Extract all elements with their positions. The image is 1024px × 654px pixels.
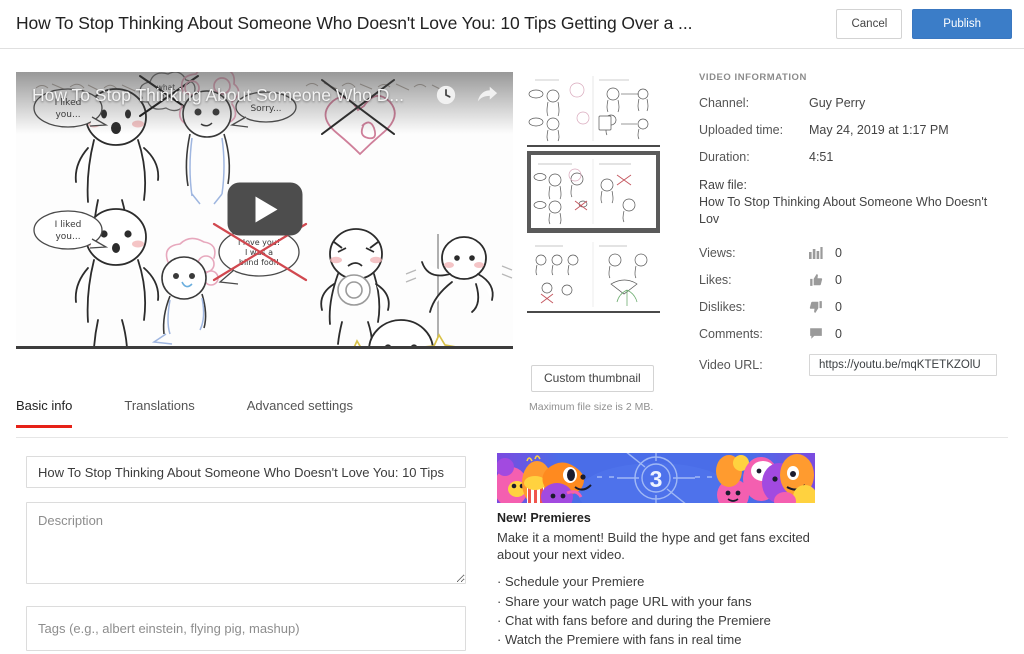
- title-input[interactable]: [26, 456, 466, 488]
- raw-file-value: How To Stop Thinking About Someone Who D…: [699, 194, 988, 226]
- raw-file-block: Raw file: How To Stop Thinking About Som…: [699, 177, 1009, 228]
- svg-text:I liked: I liked: [55, 220, 82, 230]
- info-row-channel: Channel: Guy Perry: [699, 96, 1009, 110]
- tab-translations[interactable]: Translations: [124, 390, 194, 427]
- raw-file-label: Raw file:: [699, 178, 747, 192]
- tab-basic-info[interactable]: Basic info: [16, 390, 73, 428]
- premieres-banner: 3: [497, 453, 815, 503]
- video-url-label: Video URL:: [699, 357, 763, 372]
- video-edit-page: How To Stop Thinking About Someone Who D…: [0, 0, 1024, 654]
- info-row-duration: Duration: 4:51: [699, 150, 1009, 164]
- publish-button[interactable]: Publish: [912, 9, 1012, 39]
- comment-icon: [809, 327, 835, 340]
- custom-thumbnail-button[interactable]: Custom thumbnail: [531, 365, 654, 392]
- svg-text:you...: you...: [55, 232, 80, 242]
- info-label-channel: Channel:: [699, 96, 750, 110]
- stat-row-dislikes: Dislikes: 0: [699, 300, 1009, 314]
- upper-divider: [16, 348, 513, 349]
- stat-row-likes: Likes: 0: [699, 273, 1009, 287]
- description-input[interactable]: [26, 502, 466, 584]
- promo-body: Make it a moment! Build the hype and get…: [497, 530, 810, 563]
- premieres-promo: 3 New! Premieres Make it a moment! Build…: [497, 453, 815, 654]
- stat-value-views: 0: [835, 245, 842, 260]
- page-title: How To Stop Thinking About Someone Who D…: [16, 13, 693, 33]
- thumbnail-preview-2: [531, 155, 656, 228]
- info-label-uploaded-time: Uploaded time:: [699, 123, 784, 137]
- stat-value-dislikes: 0: [835, 299, 842, 314]
- stat-value-likes: 0: [835, 272, 842, 287]
- stat-label-likes: Likes:: [699, 272, 732, 287]
- thumbnail-option-1[interactable]: [527, 72, 660, 147]
- upper-region: I liked you... what h...: [0, 49, 1024, 413]
- video-url-row: Video URL:: [699, 353, 1009, 376]
- info-label-duration: Duration:: [699, 150, 750, 164]
- info-value-uploaded-time: May 24, 2019 at 1:17 PM: [809, 123, 949, 137]
- thumbnail-option-2[interactable]: [527, 151, 660, 233]
- page-header: How To Stop Thinking About Someone Who D…: [0, 0, 1024, 49]
- tab-bar: Basic info Translations Advanced setting…: [16, 390, 1008, 428]
- tab-underline-rule: [16, 437, 1008, 438]
- video-url-input[interactable]: [809, 353, 997, 376]
- promo-bullet-list: · Schedule your Premiere · Share your wa…: [497, 572, 815, 649]
- info-value-duration: 4:51: [809, 150, 834, 164]
- header-actions: Cancel Publish: [836, 9, 1012, 39]
- thumbnail-preview-3: [527, 238, 660, 311]
- promo-bullet-3: · Chat with fans before and during the P…: [497, 612, 771, 628]
- play-button-icon[interactable]: [227, 182, 302, 236]
- tags-input[interactable]: [26, 606, 466, 651]
- promo-bullet-4: · Watch the Premiere with fans in real t…: [497, 632, 742, 648]
- stat-label-comments: Comments:: [699, 326, 763, 341]
- video-information-heading: VIDEO INFORMATION: [699, 72, 807, 83]
- stat-row-views: Views: 0: [699, 246, 1009, 260]
- stat-row-comments: Comments: 0: [699, 327, 1009, 341]
- thumbs-down-icon: [809, 300, 835, 314]
- clock-icon[interactable]: [435, 84, 457, 106]
- thumbnail-options: [527, 72, 660, 317]
- info-row-uploaded-time: Uploaded time: May 24, 2019 at 1:17 PM: [699, 123, 1009, 137]
- cancel-button[interactable]: Cancel: [836, 9, 903, 39]
- share-icon[interactable]: [475, 84, 499, 106]
- stat-value-comments: 0: [835, 326, 842, 341]
- video-player[interactable]: I liked you... what h...: [16, 72, 513, 348]
- thumbnail-preview-1: [527, 72, 660, 145]
- promo-bullet-1: · Schedule your Premiere: [497, 574, 645, 590]
- tab-list: Basic info Translations Advanced setting…: [16, 390, 1008, 428]
- basic-info-form: [26, 456, 466, 651]
- promo-title: New! Premieres: [497, 511, 591, 525]
- thumbs-up-icon: [809, 273, 835, 287]
- bar-chart-icon: [809, 246, 835, 260]
- tab-advanced-settings[interactable]: Advanced settings: [247, 390, 353, 427]
- info-value-channel: Guy Perry: [809, 96, 866, 110]
- video-information-panel: VIDEO INFORMATION Channel: Guy Perry Upl…: [699, 72, 1009, 376]
- player-overlay-title: How To Stop Thinking About Someone Who D…: [32, 85, 404, 105]
- thumbnail-option-3[interactable]: [527, 238, 660, 313]
- stat-label-views: Views:: [699, 245, 736, 260]
- stat-label-dislikes: Dislikes:: [699, 299, 746, 314]
- promo-bullet-2: · Share your watch page URL with your fa…: [497, 593, 752, 609]
- svg-text:3: 3: [650, 466, 663, 492]
